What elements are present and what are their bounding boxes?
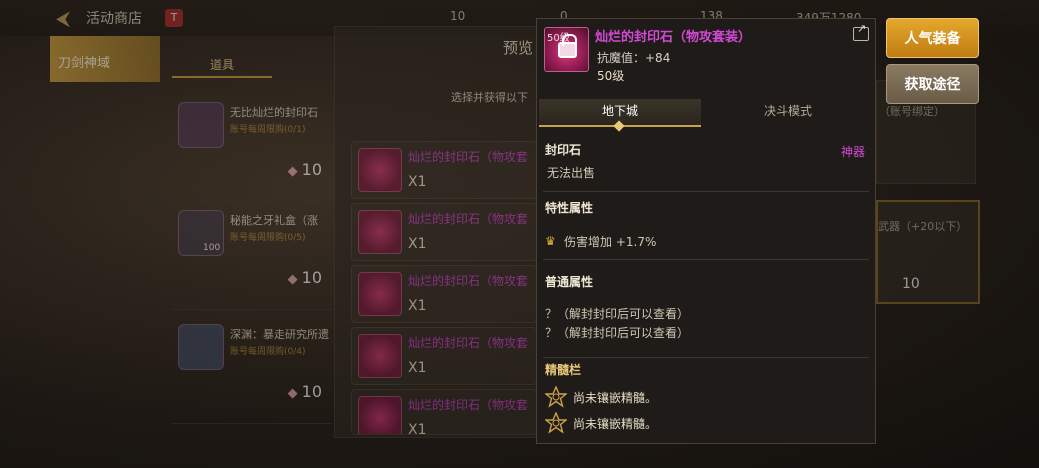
- divider: [543, 191, 869, 192]
- item-name: 灿烂的封印石（物攻套装）: [595, 30, 752, 45]
- preview-item-name: 灿烂的封印石（物攻套: [408, 150, 529, 164]
- preview-item-qty: X1: [408, 236, 427, 252]
- currency-value: 10: [450, 9, 466, 23]
- normal-attr: ？（解封封印后可以查看）: [545, 307, 690, 321]
- preview-item[interactable]: 灿烂的封印石（物攻套 X1: [351, 203, 537, 261]
- lock-icon: [558, 34, 577, 58]
- seal-stone-icon: [358, 148, 402, 192]
- mode-tab-bar: 地下城 决斗模式: [539, 99, 873, 132]
- seal-stone-icon: 50级: [544, 27, 589, 72]
- preview-item-name: 灿烂的封印石（物攻套: [408, 212, 529, 226]
- item-name: 深渊：暴走研究所遗: [230, 328, 329, 341]
- active-indicator-icon: [613, 120, 625, 132]
- item-name: 无比灿烂的封印石: [230, 106, 318, 119]
- special-attr-title: 特性属性: [545, 201, 594, 215]
- page-title: 活动商店: [86, 11, 142, 27]
- special-attr: 伤害增加 +1.7%: [564, 235, 657, 249]
- shop-item[interactable]: 无比灿烂的封印石 账号每周限购(0/1) ◆ 10: [172, 96, 332, 202]
- normal-attr-title: 普通属性: [545, 275, 594, 289]
- bind-note: （账号绑定）: [879, 105, 945, 118]
- gem-icon: ◆: [287, 386, 298, 401]
- seal-stone-icon: [358, 396, 402, 434]
- essence-slot-icon: [544, 385, 568, 408]
- back-arrow-icon[interactable]: ⮜: [56, 7, 80, 29]
- preview-hint: 选择并获得以下: [451, 91, 528, 104]
- item-icon: [178, 324, 224, 370]
- preview-item[interactable]: 灿烂的封印石（物攻套 X1: [351, 389, 537, 435]
- share-icon[interactable]: [853, 22, 869, 41]
- shop-item[interactable]: 深渊：暴走研究所遗 账号每周限购(0/4) ◆ 10: [172, 318, 332, 424]
- preview-item[interactable]: 灿烂的封印石（物攻套 X1: [351, 265, 537, 323]
- divider: [543, 259, 869, 260]
- right-card-selected[interactable]: 武器（+20以下） 10: [876, 200, 980, 304]
- preview-panel: 预览 选择并获得以下 灿烂的封印石（物攻套 X1 灿烂的封印石（物攻套 X1 灿…: [334, 26, 544, 438]
- sell-status: 无法出售: [547, 166, 596, 180]
- popular-equipment-button[interactable]: 人气装备: [886, 18, 979, 58]
- crown-icon: ♛: [545, 234, 556, 248]
- event-badge: T: [165, 9, 183, 27]
- essence-slot-text: 尚未镶嵌精髓。: [573, 391, 658, 405]
- rarity-tag: 神器: [841, 145, 866, 159]
- essence-slot-icon: [544, 411, 568, 434]
- gem-icon: ◆: [287, 272, 298, 287]
- right-item-price: 10: [902, 276, 920, 292]
- category-label: 封印石: [545, 143, 582, 157]
- item-price: ◆ 10: [287, 160, 322, 179]
- tab-items[interactable]: 道具: [172, 52, 272, 78]
- preview-item-qty: X1: [408, 298, 427, 314]
- item-stat: 抗魔值：+84: [597, 51, 671, 65]
- seal-stone-icon: [358, 210, 402, 254]
- item-limit: 账号每周限购(0/4): [230, 347, 306, 357]
- item-level: 50级: [597, 69, 625, 83]
- item-icon: 100: [178, 210, 224, 256]
- normal-attr: ？（解封封印后可以查看）: [545, 326, 690, 340]
- essence-slot-text: 尚未镶嵌精髓。: [573, 417, 658, 431]
- seal-stone-icon: [358, 272, 402, 316]
- preview-item[interactable]: 灿烂的封印石（物攻套 X1: [351, 327, 537, 385]
- tab-dungeon[interactable]: 地下城: [539, 99, 701, 132]
- preview-item-qty: X1: [408, 360, 427, 376]
- divider: [543, 357, 869, 358]
- preview-item-name: 灿烂的封印石（物攻套: [408, 398, 529, 412]
- item-limit: 账号每周限购(0/5): [230, 233, 306, 243]
- right-item-text: 武器（+20以下）: [878, 220, 968, 233]
- preview-item[interactable]: 灿烂的封印石（物攻套 X1: [351, 141, 537, 199]
- essence-title: 精髓栏: [545, 363, 582, 377]
- item-count: 100: [203, 243, 221, 253]
- sidebar-tab-sword-art[interactable]: 刀剑神域: [50, 36, 160, 82]
- preview-item-qty: X1: [408, 422, 427, 435]
- preview-item-name: 灿烂的封印石（物攻套: [408, 336, 529, 350]
- item-price: ◆ 10: [287, 382, 322, 401]
- shop-item[interactable]: 100 秘能之牙礼盒（涨 账号每周限购(0/5) ◆ 10: [172, 204, 332, 310]
- obtain-route-button[interactable]: 获取途径: [886, 64, 979, 104]
- item-limit: 账号每周限购(0/1): [230, 125, 306, 135]
- preview-item-name: 灿烂的封印石（物攻套: [408, 274, 529, 288]
- item-name: 秘能之牙礼盒（涨: [230, 214, 318, 227]
- item-price: ◆ 10: [287, 268, 322, 287]
- preview-title: 预览: [503, 39, 534, 57]
- item-tooltip: 50级 灿烂的封印石（物攻套装） 抗魔值：+84 50级 地下城 决斗模式 封印…: [536, 18, 876, 444]
- preview-item-qty: X1: [408, 174, 427, 190]
- seal-stone-icon: [358, 334, 402, 378]
- item-icon: [178, 102, 224, 148]
- gem-icon: ◆: [287, 164, 298, 179]
- tab-duel-mode[interactable]: 决斗模式: [703, 99, 873, 127]
